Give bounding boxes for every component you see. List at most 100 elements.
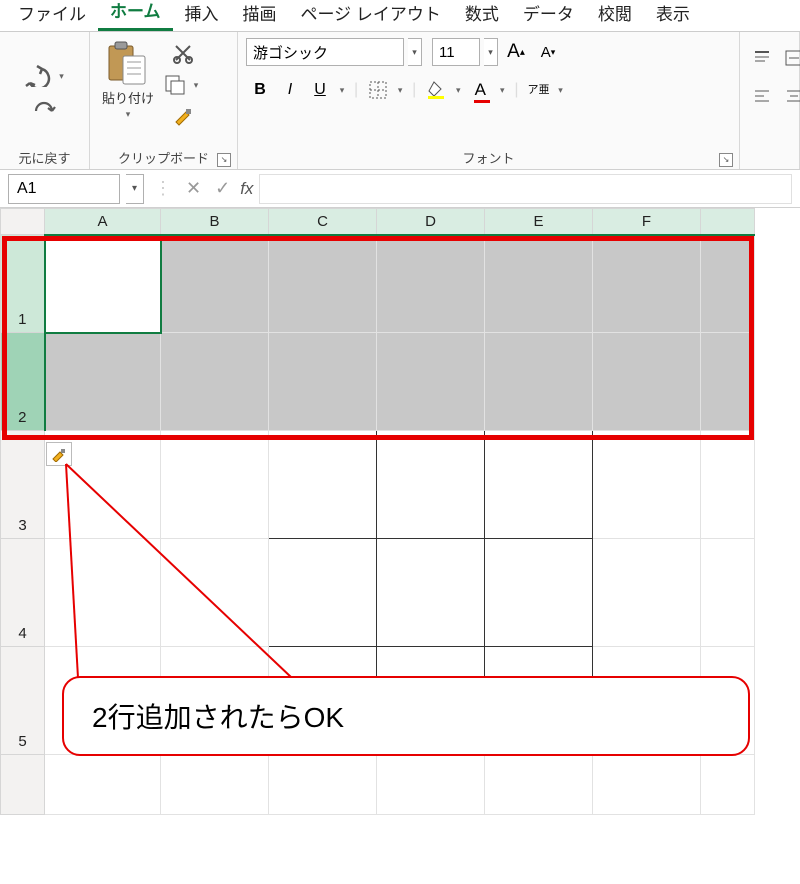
- chevron-down-icon[interactable]: ▾: [122, 109, 134, 120]
- cancel-formula-button[interactable]: ✕: [182, 178, 205, 199]
- align-top-button[interactable]: [748, 44, 776, 72]
- chevron-down-icon[interactable]: ▾: [452, 85, 464, 96]
- cell[interactable]: [485, 755, 593, 815]
- chevron-down-icon[interactable]: ▾: [554, 85, 566, 96]
- row-header[interactable]: 1: [1, 235, 45, 333]
- select-all-corner[interactable]: [1, 209, 45, 235]
- cell[interactable]: [269, 755, 377, 815]
- insert-options-button[interactable]: [46, 442, 72, 466]
- formula-input[interactable]: [259, 174, 792, 204]
- row-header[interactable]: 5: [1, 647, 45, 755]
- chevron-down-icon[interactable]: ▾: [484, 38, 498, 66]
- undo-button[interactable]: ▾: [22, 65, 68, 87]
- tab-view[interactable]: 表示: [644, 0, 702, 31]
- chevron-down-icon[interactable]: ▾: [190, 80, 202, 91]
- confirm-formula-button[interactable]: ✓: [211, 178, 234, 199]
- cell[interactable]: [161, 539, 269, 647]
- tab-formulas[interactable]: 数式: [453, 0, 511, 31]
- tab-pagelayout[interactable]: ページ レイアウト: [289, 0, 453, 31]
- cell[interactable]: [161, 235, 269, 333]
- italic-button[interactable]: I: [276, 76, 304, 104]
- bold-button[interactable]: B: [246, 76, 274, 104]
- chevron-down-icon[interactable]: ▾: [394, 85, 406, 96]
- name-box[interactable]: [8, 174, 120, 204]
- font-name-select[interactable]: [246, 38, 404, 66]
- cell[interactable]: [701, 539, 755, 647]
- fx-label[interactable]: fx: [240, 179, 253, 199]
- tab-draw[interactable]: 描画: [231, 0, 289, 31]
- clipboard-group-label: クリップボード↘: [98, 146, 229, 167]
- col-header[interactable]: A: [45, 209, 161, 235]
- redo-button[interactable]: [32, 101, 58, 119]
- col-header[interactable]: B: [161, 209, 269, 235]
- cell[interactable]: [593, 539, 701, 647]
- cell[interactable]: [701, 755, 755, 815]
- paste-button[interactable]: 貼り付け ▾: [98, 38, 158, 122]
- cut-button[interactable]: [172, 42, 194, 64]
- cell[interactable]: [269, 235, 377, 333]
- tab-file[interactable]: ファイル: [6, 0, 98, 31]
- cell[interactable]: [701, 333, 755, 431]
- font-size-select[interactable]: [432, 38, 480, 66]
- tab-home[interactable]: ホーム: [98, 0, 173, 31]
- increase-font-button[interactable]: A▴: [502, 38, 530, 66]
- cell[interactable]: [701, 235, 755, 333]
- col-header[interactable]: E: [485, 209, 593, 235]
- chevron-down-icon[interactable]: ▾: [336, 85, 348, 96]
- cell[interactable]: [161, 755, 269, 815]
- cell[interactable]: [377, 431, 485, 539]
- cell[interactable]: [161, 431, 269, 539]
- cell[interactable]: [377, 333, 485, 431]
- cell[interactable]: [377, 539, 485, 647]
- cell[interactable]: [485, 235, 593, 333]
- chevron-down-icon[interactable]: ▾: [408, 38, 422, 66]
- format-painter-button[interactable]: [172, 106, 194, 128]
- cell[interactable]: [701, 431, 755, 539]
- dialog-launcher-icon[interactable]: ↘: [217, 153, 231, 167]
- align-left-button[interactable]: [748, 82, 776, 110]
- underline-button[interactable]: U: [306, 76, 334, 104]
- tab-review[interactable]: 校閲: [586, 0, 644, 31]
- phonetic-button[interactable]: ア亜: [524, 76, 552, 104]
- chevron-down-icon[interactable]: ▾: [496, 85, 508, 96]
- fill-color-button[interactable]: [422, 76, 450, 104]
- cell[interactable]: [593, 235, 701, 333]
- cell[interactable]: [161, 333, 269, 431]
- cell[interactable]: [269, 431, 377, 539]
- cell[interactable]: [593, 333, 701, 431]
- cell[interactable]: [45, 755, 161, 815]
- cell[interactable]: [593, 755, 701, 815]
- align-center-button[interactable]: [780, 82, 800, 110]
- align-middle-button[interactable]: [780, 44, 800, 72]
- font-color-button[interactable]: A: [466, 76, 494, 104]
- col-header[interactable]: C: [269, 209, 377, 235]
- annotation-callout: 2行追加されたらOK: [62, 676, 750, 756]
- cell[interactable]: [269, 539, 377, 647]
- cell[interactable]: [377, 755, 485, 815]
- cell[interactable]: [485, 333, 593, 431]
- cell[interactable]: [45, 539, 161, 647]
- cell[interactable]: [377, 235, 485, 333]
- dialog-launcher-icon[interactable]: ↘: [719, 153, 733, 167]
- tab-insert[interactable]: 挿入: [173, 0, 231, 31]
- cell[interactable]: [593, 431, 701, 539]
- tab-data[interactable]: データ: [511, 0, 586, 31]
- cell[interactable]: [269, 333, 377, 431]
- cell[interactable]: [485, 431, 593, 539]
- borders-button[interactable]: [364, 76, 392, 104]
- cell[interactable]: [485, 539, 593, 647]
- chevron-down-icon[interactable]: ▾: [126, 174, 144, 204]
- copy-button[interactable]: [164, 74, 186, 96]
- col-header[interactable]: F: [593, 209, 701, 235]
- row-header[interactable]: 3: [1, 431, 45, 539]
- col-header[interactable]: D: [377, 209, 485, 235]
- row-header[interactable]: 4: [1, 539, 45, 647]
- row-header[interactable]: 2: [1, 333, 45, 431]
- decrease-font-button[interactable]: A▾: [534, 38, 562, 66]
- col-header[interactable]: [701, 209, 755, 235]
- cell[interactable]: [45, 235, 161, 333]
- cell[interactable]: [45, 333, 161, 431]
- row-header[interactable]: [1, 755, 45, 815]
- chevron-down-icon[interactable]: ▾: [56, 71, 68, 82]
- undo-group-label: 元に戻す: [8, 146, 81, 167]
